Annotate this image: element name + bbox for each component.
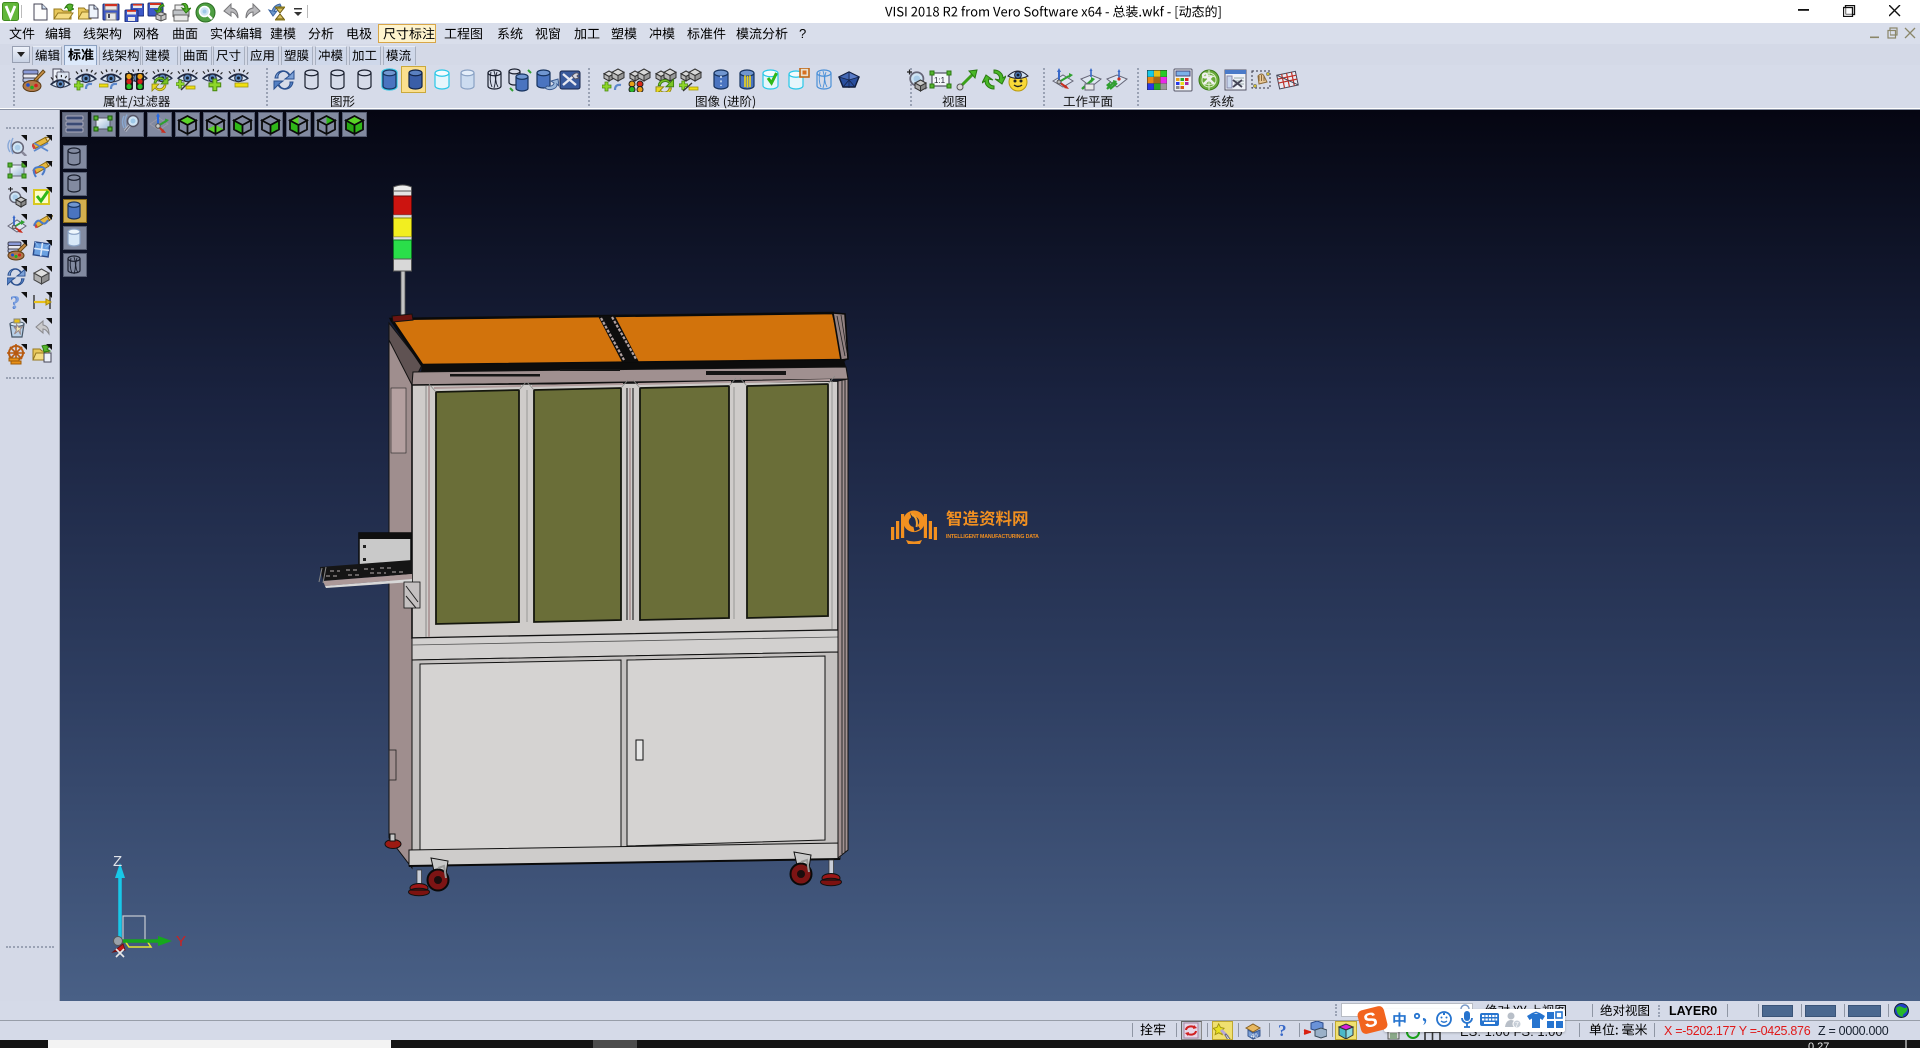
svg-text:1:1: 1:1: [934, 76, 946, 85]
svg-text:Z: Z: [113, 853, 122, 870]
svg-text:7: 7: [1515, 1022, 1519, 1029]
svg-text:Y: Y: [176, 933, 186, 950]
svg-text:?: ?: [1278, 1021, 1287, 1040]
svg-text:?: ?: [11, 292, 21, 313]
